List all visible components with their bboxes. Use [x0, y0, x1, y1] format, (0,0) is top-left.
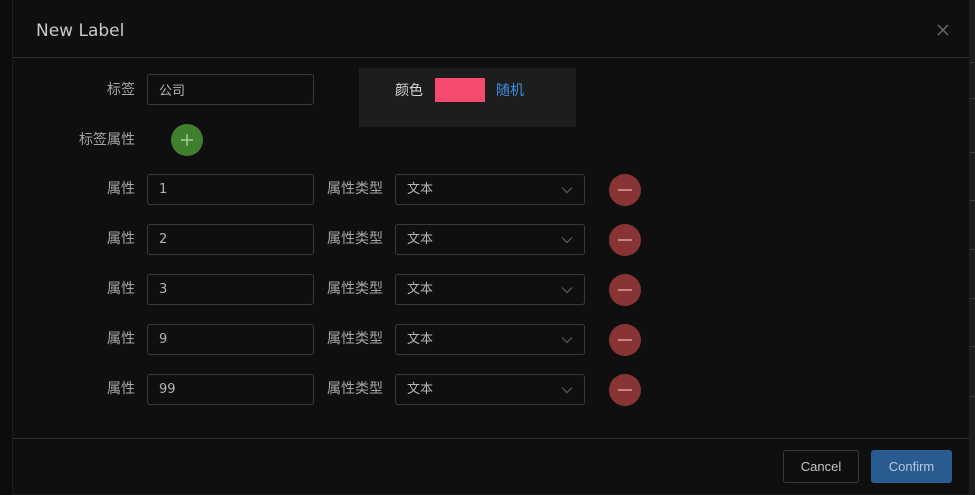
property-type-select[interactable]: 文本 [395, 174, 585, 205]
color-label: 颜色 [395, 83, 423, 99]
property-type-value: 文本 [407, 332, 434, 347]
cancel-button[interactable]: Cancel [783, 450, 859, 483]
property-type-select[interactable]: 文本 [395, 274, 585, 305]
property-label: 属性 [107, 181, 135, 197]
property-type-value: 文本 [407, 382, 434, 397]
property-label: 属性 [107, 381, 135, 397]
dialog-title: New Label [36, 21, 125, 41]
dialog-footer: Cancel Confirm [13, 438, 969, 495]
add-property-button[interactable] [171, 124, 203, 156]
property-type-value: 文本 [407, 282, 434, 297]
property-row: 属性 属性类型 文本 [13, 174, 969, 206]
chevron-down-icon [561, 237, 573, 244]
property-row: 属性 属性类型 文本 [13, 374, 969, 406]
minus-icon [618, 339, 632, 341]
color-swatch[interactable] [435, 78, 485, 102]
property-name-input[interactable] [147, 374, 314, 405]
remove-property-button[interactable] [609, 274, 641, 306]
label-name-label: 标签 [107, 82, 135, 98]
label-name-input[interactable] [147, 74, 314, 105]
minus-icon [618, 189, 632, 191]
property-row: 属性 属性类型 文本 [13, 274, 969, 306]
page-backdrop [970, 0, 975, 495]
properties-label: 标签属性 [79, 132, 135, 148]
random-color-link[interactable]: 随机 [496, 81, 524, 101]
property-label: 属性 [107, 281, 135, 297]
property-type-label: 属性类型 [327, 331, 383, 347]
property-type-select[interactable]: 文本 [395, 324, 585, 355]
remove-property-button[interactable] [609, 374, 641, 406]
property-type-label: 属性类型 [327, 181, 383, 197]
dialog-header: New Label [13, 0, 969, 58]
chevron-down-icon [561, 287, 573, 294]
property-name-input[interactable] [147, 274, 314, 305]
property-name-input[interactable] [147, 174, 314, 205]
property-name-input[interactable] [147, 224, 314, 255]
property-type-label: 属性类型 [327, 231, 383, 247]
plus-icon [181, 134, 193, 146]
property-type-value: 文本 [407, 232, 434, 247]
remove-property-button[interactable] [609, 174, 641, 206]
new-label-dialog: New Label 标签 颜色 随机 标签属性 属性 属性类型 文本 属性 属性… [12, 0, 970, 495]
property-type-select[interactable]: 文本 [395, 374, 585, 405]
property-row: 属性 属性类型 文本 [13, 324, 969, 356]
close-icon[interactable] [933, 20, 953, 40]
remove-property-button[interactable] [609, 224, 641, 256]
minus-icon [618, 389, 632, 391]
property-name-input[interactable] [147, 324, 314, 355]
property-label: 属性 [107, 331, 135, 347]
property-row: 属性 属性类型 文本 [13, 224, 969, 256]
property-type-label: 属性类型 [327, 381, 383, 397]
confirm-button[interactable]: Confirm [871, 450, 952, 483]
chevron-down-icon [561, 187, 573, 194]
property-type-select[interactable]: 文本 [395, 224, 585, 255]
chevron-down-icon [561, 387, 573, 394]
minus-icon [618, 239, 632, 241]
minus-icon [618, 289, 632, 291]
remove-property-button[interactable] [609, 324, 641, 356]
property-label: 属性 [107, 231, 135, 247]
property-type-value: 文本 [407, 182, 434, 197]
property-type-label: 属性类型 [327, 281, 383, 297]
chevron-down-icon [561, 337, 573, 344]
color-panel: 颜色 随机 [359, 68, 576, 127]
